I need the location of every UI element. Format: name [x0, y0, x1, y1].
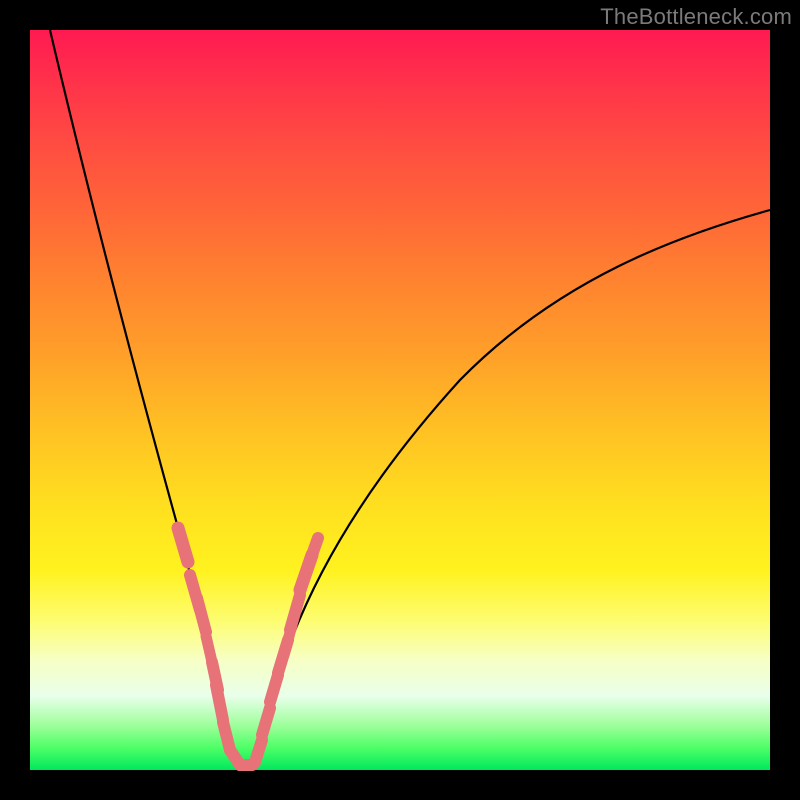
- right-branch-curve: [243, 210, 770, 767]
- chart-frame: TheBottleneck.com: [0, 0, 800, 800]
- marker-group: [178, 528, 318, 765]
- curve-layer: [30, 30, 770, 770]
- plot-area: [30, 30, 770, 770]
- watermark-text: TheBottleneck.com: [600, 4, 792, 30]
